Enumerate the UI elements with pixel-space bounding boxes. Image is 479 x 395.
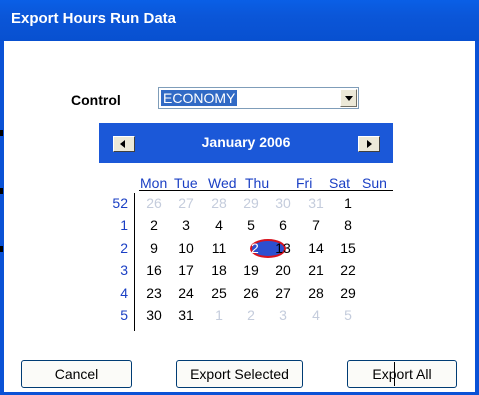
day-cell[interactable]: 27 — [270, 285, 296, 301]
weekday-label: Fri — [296, 175, 313, 191]
day-cell[interactable]: 15 — [335, 240, 361, 256]
frame-artifact — [0, 130, 3, 136]
week-number: 1 — [120, 217, 128, 233]
day-cell[interactable]: 20 — [270, 262, 296, 278]
week-number-divider — [134, 193, 135, 331]
control-label: Control — [71, 92, 121, 108]
day-cell[interactable]: 2 — [238, 307, 264, 323]
day-cell[interactable]: 3 — [173, 217, 199, 233]
frame-artifact — [0, 246, 3, 252]
day-cell[interactable]: 8 — [335, 217, 361, 233]
week-number: 2 — [120, 240, 128, 256]
week-number: 52 — [112, 195, 128, 211]
day-cell[interactable]: 1 — [206, 307, 232, 323]
day-cell[interactable]: 28 — [206, 195, 232, 211]
day-cell[interactable]: 5 — [238, 217, 264, 233]
day-cell[interactable]: 26 — [141, 195, 167, 211]
weekday-label: Thu — [245, 175, 270, 191]
calendar-month-label: January 2006 — [201, 134, 291, 150]
weekday-label: Sat — [329, 175, 351, 191]
day-cell[interactable]: 5 — [335, 307, 361, 323]
day-cell[interactable]: 30 — [270, 195, 296, 211]
day-cell[interactable]: 4 — [206, 217, 232, 233]
day-cell[interactable]: 25 — [206, 285, 232, 301]
day-cell[interactable]: 31 — [173, 307, 199, 323]
title-bar[interactable]: Export Hours Run Data — [0, 0, 479, 41]
weekday-label: Sun — [362, 175, 387, 191]
day-cell[interactable]: 4 — [303, 307, 329, 323]
next-month-button[interactable] — [358, 136, 380, 152]
day-cell[interactable]: 3 — [270, 307, 296, 323]
day-cell[interactable]: 14 — [303, 240, 329, 256]
export-all-button[interactable]: Export All — [347, 360, 457, 388]
weekday-label: Mon — [140, 175, 168, 191]
control-dropdown[interactable]: ECONOMY — [158, 87, 359, 109]
week-number: 3 — [120, 262, 128, 278]
day-cell[interactable]: 19 — [238, 262, 264, 278]
day-cell[interactable]: 10 — [173, 240, 199, 256]
control-dropdown-value[interactable]: ECONOMY — [159, 89, 239, 107]
day-cell[interactable]: 30 — [141, 307, 167, 323]
day-cell[interactable]: 16 — [141, 262, 167, 278]
text-cursor — [394, 362, 395, 386]
day-cell[interactable]: 27 — [173, 195, 199, 211]
window-title: Export Hours Run Data — [11, 10, 177, 27]
day-cell[interactable]: 23 — [141, 285, 167, 301]
day-cell[interactable]: 1 — [335, 195, 361, 211]
day-cell[interactable]: 18 — [206, 262, 232, 278]
window-frame-right — [475, 41, 479, 395]
triangle-right-icon — [367, 140, 372, 148]
week-number: 4 — [120, 285, 128, 301]
day-cell[interactable]: 6 — [270, 217, 296, 233]
day-cell[interactable]: 22 — [335, 262, 361, 278]
cancel-button[interactable]: Cancel — [21, 360, 132, 388]
weekday-divider — [139, 190, 393, 191]
day-cell[interactable]: 28 — [303, 285, 329, 301]
frame-artifact — [0, 188, 3, 194]
selected-day-cell[interactable]: 12 — [238, 240, 264, 256]
week-number: 5 — [120, 307, 128, 323]
day-cell[interactable]: 11 — [206, 240, 232, 256]
day-cell[interactable]: 13 — [270, 240, 296, 256]
day-cell[interactable]: 24 — [173, 285, 199, 301]
export-selected-button[interactable]: Export Selected — [176, 360, 303, 388]
day-cell[interactable]: 7 — [303, 217, 329, 233]
calendar-header: January 2006 — [99, 123, 393, 163]
day-cell[interactable]: 17 — [173, 262, 199, 278]
day-cell[interactable]: 31 — [303, 195, 329, 211]
day-cell[interactable]: 29 — [238, 195, 264, 211]
weekday-label: Wed — [208, 175, 237, 191]
weekday-label: Tue — [174, 175, 198, 191]
day-cell[interactable]: 26 — [238, 285, 264, 301]
chevron-down-icon[interactable] — [340, 89, 357, 107]
day-cell[interactable]: 21 — [303, 262, 329, 278]
day-cell[interactable]: 9 — [141, 240, 167, 256]
day-cell[interactable]: 2 — [141, 217, 167, 233]
day-cell[interactable]: 29 — [335, 285, 361, 301]
